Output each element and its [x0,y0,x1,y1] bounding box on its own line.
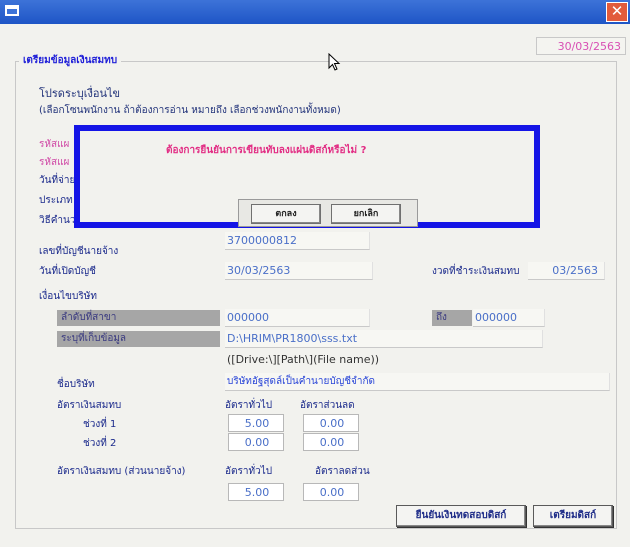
current-date: 30/03/2563 [536,37,626,55]
mouse-cursor-icon [328,53,341,71]
employer-reduced-header: อัตราลดส่วน [315,466,370,477]
reduced-rate-header: อัตราส่วนลด [300,400,355,411]
contribution-rate-label: อัตราเงินสมทบ [57,400,122,411]
confirm-diskette-button[interactable]: ยืนยันเงินทดสอบดิสก์ [396,505,526,527]
company-condition-label: เงื่อนไขบริษัท [39,291,97,302]
dialog-cancel-button[interactable]: ยกเลิก [331,204,401,224]
hidden-label-4: ประเภท [39,195,73,206]
group-title: เตรียมข้อมูลเงินสมทบ [19,53,122,68]
open-date-field[interactable]: 30/03/2563 [225,262,373,280]
title-bar: ✕ [0,0,630,24]
hidden-label-2: รหัสแผ [39,157,70,168]
hidden-label-5: วิธีคำนว [39,215,76,226]
path-field[interactable]: D:\HRIM\PR1800\sss.txt [225,330,543,348]
period-2-reduced-field[interactable]: 0.00 [303,433,359,451]
confirm-overwrite-dialog: ต้องการยืนยันการเขียนทับลงแผ่นดิสก์หรือไ… [74,125,540,228]
instruction-line-1: โปรดระบุเงื่อนไข [39,87,121,100]
general-rate-header: อัตราทั่วไป [225,400,273,411]
branch-to-label: ถึง [432,310,472,326]
window-icon[interactable] [5,5,19,16]
branch-from-field[interactable]: 000000 [225,309,370,327]
period-2-label: ช่วงที่ 2 [83,438,117,449]
employer-general-field[interactable]: 5.00 [228,483,284,501]
branch-label: ลำดับที่สาขา [57,310,220,326]
period-2-general-field[interactable]: 0.00 [228,433,284,451]
dialog-button-panel: ตกลง ยกเลิก [238,199,418,227]
hidden-label-3: วันที่จ่าย [39,175,76,186]
pay-period-label: งวดที่ชำระเงินสมทบ [432,266,520,277]
company-name-label: ชื่อบริษัท [57,379,95,390]
dialog-message: ต้องการยืนยันการเขียนทับลงแผ่นดิสก์หรือไ… [166,145,367,156]
instruction-line-2: (เลือกโซนพนักงาน ถ้าต้องการอ่าน หมายถึง … [39,105,341,116]
app-window: ✕ 30/03/2563 เตรียมข้อมูลเงินสมทบ โปรดระ… [0,0,630,547]
period-1-general-field[interactable]: 5.00 [228,414,284,432]
period-1-reduced-field[interactable]: 0.00 [303,414,359,432]
employer-general-header: อัตราทั่วไป [225,466,273,477]
hidden-label-1: รหัสแผ [39,139,70,150]
close-button[interactable]: ✕ [606,2,628,22]
period-1-label: ช่วงที่ 1 [83,419,117,430]
employer-rate-label: อัตราเงินสมทบ (ส่วนนายจ้าง) [57,466,186,477]
prepare-diskette-button[interactable]: เตรียมดิสก์ [533,505,613,527]
dialog-ok-button[interactable]: ตกลง [251,204,321,224]
account-number-label: เลขที่บัญชีนายจ้าง [39,246,119,257]
pay-period-field[interactable]: 03/2563 [528,262,605,280]
account-number-field[interactable]: 3700000812 [225,232,370,250]
path-hint: ([Drive:\][Path\](File name)) [227,353,380,366]
employer-reduced-field[interactable]: 0.00 [303,483,359,501]
branch-to-field[interactable]: 000000 [473,309,545,327]
path-label: ระบุที่เก็บข้อมูล [57,331,220,347]
open-date-label: วันที่เปิดบัญชี [39,266,96,277]
company-name-field[interactable]: บริษัทอัฐสุดล์เป็นคำนายบัญชีจำกัด [225,373,610,391]
